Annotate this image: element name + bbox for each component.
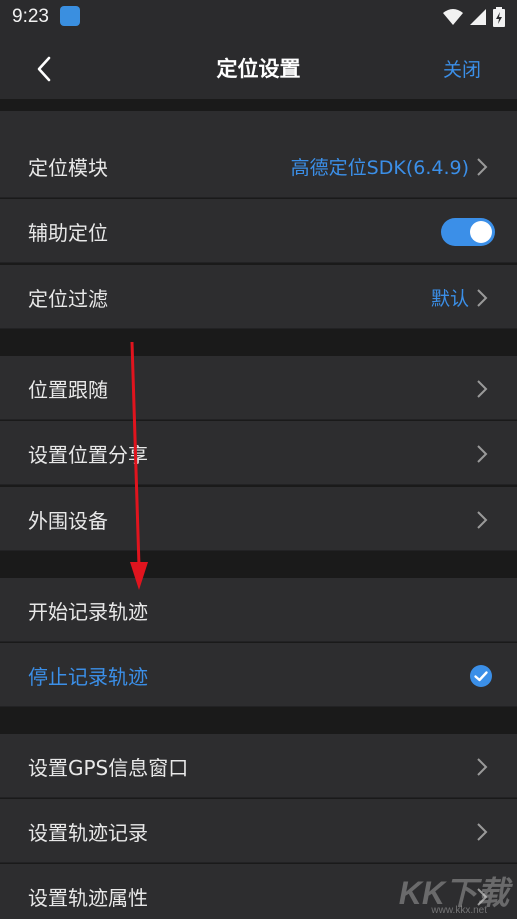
app-notification-icon [60,6,80,26]
row-assisted-location[interactable]: 辅助定位 [0,199,517,263]
row-location-share[interactable]: 设置位置分享 [0,421,517,485]
status-icons [443,7,505,27]
status-time: 9:23 [12,6,49,27]
chevron-right-icon [477,445,488,463]
row-label: 设置位置分享 [28,443,148,467]
row-location-module[interactable]: 定位模块 高德定位SDK(6.4.9) [0,134,517,198]
row-track-record-settings[interactable]: 设置轨迹记录 [0,799,517,863]
assisted-location-toggle[interactable] [441,218,495,246]
row-label: 设置轨迹记录 [28,821,148,845]
row-label: 定位模块 [28,156,108,180]
row-peripheral-devices[interactable]: 外围设备 [0,487,517,551]
group-header-space [0,111,517,134]
chevron-right-icon [477,158,488,176]
row-label: 辅助定位 [28,221,108,245]
page-title: 定位设置 [216,57,301,81]
toggle-knob [470,221,492,243]
chevron-right-icon [477,380,488,398]
row-location-filter[interactable]: 定位过滤 默认 [0,265,517,329]
chevron-right-icon [477,511,488,529]
chevron-right-icon [477,823,488,841]
group-divider [0,330,517,356]
row-label: 定位过滤 [28,287,108,311]
battery-charging-icon [493,7,505,27]
row-label: 设置轨迹属性 [28,886,148,910]
chevron-right-icon [477,289,488,307]
row-gps-info-window[interactable]: 设置GPS信息窗口 [0,734,517,798]
row-label: 位置跟随 [28,378,108,402]
row-label: 设置GPS信息窗口 [28,756,189,780]
close-button[interactable]: 关闭 [443,55,481,82]
signal-icon [470,9,486,25]
group-divider [0,552,517,578]
group-divider [0,708,517,734]
row-label: 外围设备 [28,509,108,533]
chevron-right-icon [477,758,488,776]
row-position-follow[interactable]: 位置跟随 [0,356,517,420]
wifi-icon [443,9,463,25]
row-label: 开始记录轨迹 [28,600,148,624]
status-bar: 9:23 [0,0,517,36]
check-circle-icon [470,665,492,687]
row-stop-track[interactable]: 停止记录轨迹 [0,643,517,707]
app-bar: 定位设置 关闭 [0,36,517,99]
row-value: 默认 [430,288,469,310]
group-divider [0,99,517,111]
watermark-url: www.kkx.net [431,905,487,916]
row-value: 高德定位SDK(6.4.9) [290,157,469,179]
row-label: 停止记录轨迹 [28,665,148,689]
row-start-track[interactable]: 开始记录轨迹 [0,578,517,642]
